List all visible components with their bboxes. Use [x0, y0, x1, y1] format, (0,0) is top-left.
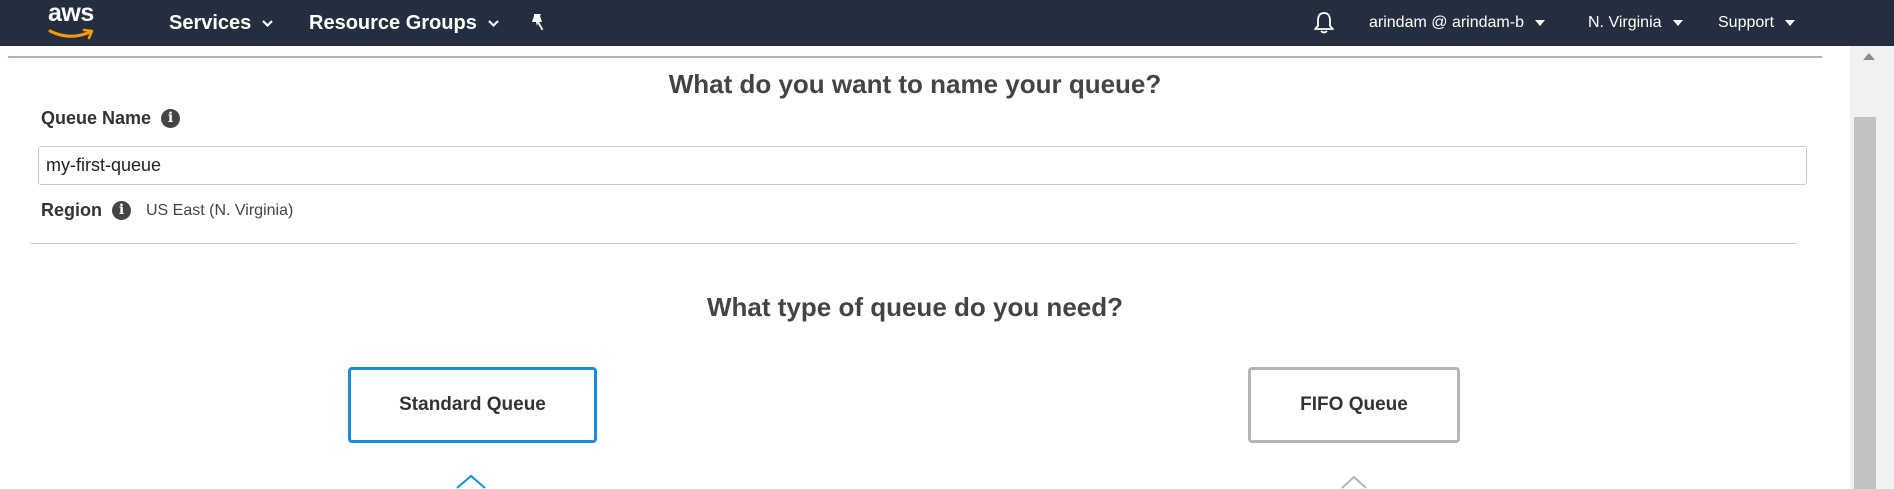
scroll-up-arrow-icon[interactable]: [1863, 53, 1875, 60]
info-icon[interactable]: i: [161, 109, 181, 128]
services-label: Services: [169, 11, 252, 34]
region-label-row: Region i: [41, 200, 131, 221]
standard-queue-option[interactable]: Standard Queue: [348, 367, 597, 443]
top-navigation-bar: aws Services Resource Groups arindam @ a…: [0, 0, 1894, 46]
chevron-down-icon: [488, 20, 499, 28]
scrollbar-thumb[interactable]: [1854, 117, 1876, 489]
top-divider: [8, 56, 1822, 58]
bell-icon: [1314, 12, 1334, 34]
name-section-heading: What do you want to name your queue?: [668, 69, 1162, 99]
chevron-down-icon: [262, 20, 274, 28]
info-icon[interactable]: i: [112, 201, 131, 220]
fifo-queue-label: FIFO Queue: [1300, 394, 1408, 415]
standard-selected-pointer-icon: [456, 474, 486, 489]
resource-groups-menu[interactable]: Resource Groups: [309, 0, 500, 46]
account-menu[interactable]: arindam @ arindam-b: [1369, 0, 1545, 46]
aws-logo[interactable]: aws: [48, 0, 108, 42]
aws-logo-text: aws: [48, 0, 94, 27]
resource-groups-label: Resource Groups: [309, 11, 477, 34]
region-value: US East (N. Virginia): [146, 202, 294, 219]
pin-icon: [532, 14, 544, 31]
region-menu[interactable]: N. Virginia: [1588, 0, 1683, 46]
region-label: Region: [41, 200, 102, 220]
queue-name-label: Queue Name: [41, 108, 152, 128]
services-menu[interactable]: Services: [169, 0, 274, 46]
aws-smile-icon: [48, 28, 94, 40]
type-section-heading: What type of queue do you need?: [707, 292, 1123, 322]
notifications-button[interactable]: [1313, 0, 1335, 46]
pin-button[interactable]: [529, 0, 547, 46]
caret-down-icon: [1534, 20, 1545, 26]
account-label: arindam @ arindam-b: [1369, 14, 1524, 31]
region-menu-label: N. Virginia: [1588, 14, 1662, 31]
fifo-queue-option[interactable]: FIFO Queue: [1248, 367, 1460, 443]
support-menu[interactable]: Support: [1718, 0, 1796, 46]
queue-name-input[interactable]: [38, 146, 1807, 185]
support-label: Support: [1718, 14, 1775, 31]
section-divider: [30, 243, 1796, 244]
standard-queue-label: Standard Queue: [399, 394, 546, 415]
queue-name-label-row: Queue Name i: [41, 108, 181, 129]
caret-down-icon: [1672, 20, 1683, 26]
caret-down-icon: [1785, 20, 1796, 26]
fifo-pointer-icon: [1341, 475, 1367, 489]
